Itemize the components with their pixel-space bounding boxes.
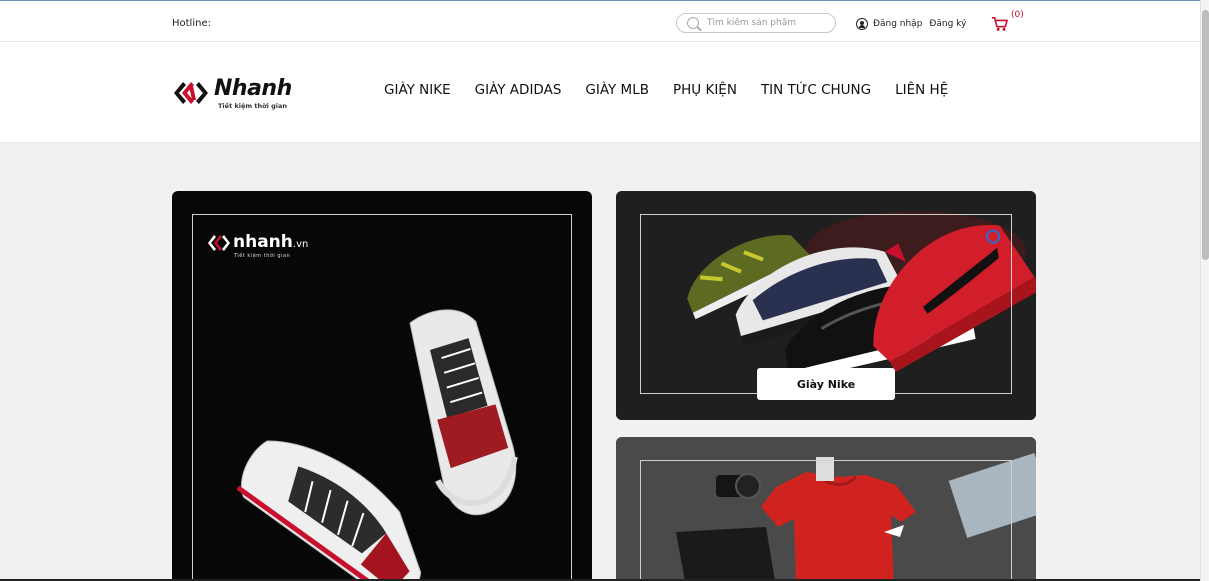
nav-item-adidas[interactable]: GIÀY ADIDAS	[475, 82, 562, 98]
logo-mark-icon	[174, 82, 208, 104]
nav-item-nike[interactable]: GIÀY NIKE	[384, 82, 451, 98]
search-box[interactable]	[676, 13, 836, 33]
page-scrollbar[interactable]	[1200, 0, 1209, 581]
nav-item-news[interactable]: TIN TỨC CHUNG	[761, 82, 871, 98]
search-icon[interactable]	[687, 17, 699, 29]
hotline-label: Hotline:	[172, 18, 211, 29]
category-nike-button[interactable]: Giày Nike	[757, 368, 895, 400]
sneakers-image	[236, 309, 518, 581]
scrollbar-thumb[interactable]	[1202, 10, 1209, 260]
page: Hotline: Đăng nhập Đăng ký (0)	[0, 0, 1200, 581]
register-link[interactable]: Đăng ký	[929, 19, 966, 29]
logo-brand: Nhanh	[214, 76, 292, 101]
category-card-nike[interactable]: Giày Nike	[616, 191, 1036, 420]
cart-icon[interactable]	[991, 16, 1009, 32]
logo-tagline: Tiết kiệm thời gian	[218, 102, 288, 110]
main-header: Nhanh Tiết kiệm thời gian GIÀY NIKE GIÀY…	[0, 42, 1200, 143]
cart-count: (0)	[1011, 10, 1024, 20]
user-icon	[856, 18, 868, 30]
main-nav: GIÀY NIKE GIÀY ADIDAS GIÀY MLB PHỤ KIỆN …	[384, 82, 948, 98]
category-card-featured[interactable]: nhanh.vn Tiết kiệm thời gian	[172, 191, 592, 581]
login-link[interactable]: Đăng nhập	[873, 19, 922, 29]
search-input[interactable]	[707, 16, 827, 30]
site-logo[interactable]: Nhanh Tiết kiệm thời gian	[172, 74, 302, 116]
category-card-apparel[interactable]	[616, 437, 1036, 581]
category-section: nhanh.vn Tiết kiệm thời gian Giày Nike	[0, 143, 1200, 581]
card-frame	[640, 214, 1012, 394]
account-links: Đăng nhập Đăng ký	[856, 17, 973, 31]
card-frame	[640, 460, 1012, 581]
nav-item-contact[interactable]: LIÊN HỆ	[895, 82, 948, 98]
nav-item-accessories[interactable]: PHỤ KIỆN	[673, 82, 737, 98]
nav-item-mlb[interactable]: GIÀY MLB	[585, 82, 649, 98]
cart-button[interactable]: (0)	[991, 10, 1024, 36]
top-bar: Hotline: Đăng nhập Đăng ký (0)	[0, 8, 1200, 42]
